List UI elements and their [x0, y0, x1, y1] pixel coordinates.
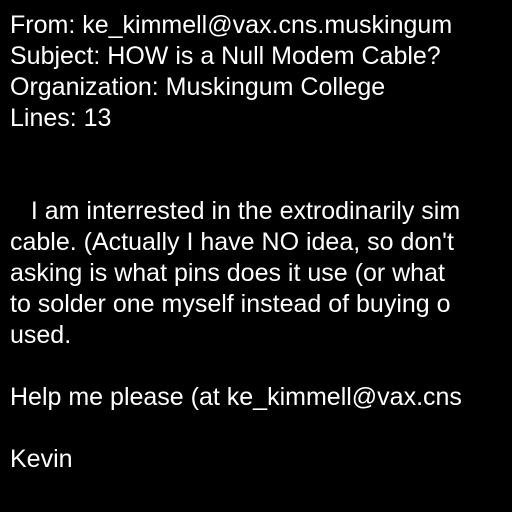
- organization-header: Organization: Muskingum College: [10, 73, 386, 101]
- body-line-2: cable. (Actually I have NO idea, so don'…: [10, 228, 454, 256]
- help-request-line: Help me please (at ke_kimmell@vax.cns: [10, 383, 462, 411]
- email-message-view: From: ke_kimmell@vax.cns.muskingum Subje…: [0, 0, 512, 512]
- body-line-1: I am interrested in the extrodinarily si…: [10, 197, 461, 225]
- lines-header: Lines: 13: [10, 104, 112, 132]
- body-line-3: asking is what pins does it use (or what: [10, 259, 445, 287]
- subject-header: Subject: HOW is a Null Modem Cable?: [10, 42, 441, 70]
- from-header: From: ke_kimmell@vax.cns.muskingum: [10, 11, 453, 39]
- signature: Kevin: [10, 445, 73, 473]
- body-line-5: used.: [10, 321, 72, 349]
- body-line-4: to solder one myself instead of buying o: [10, 290, 451, 318]
